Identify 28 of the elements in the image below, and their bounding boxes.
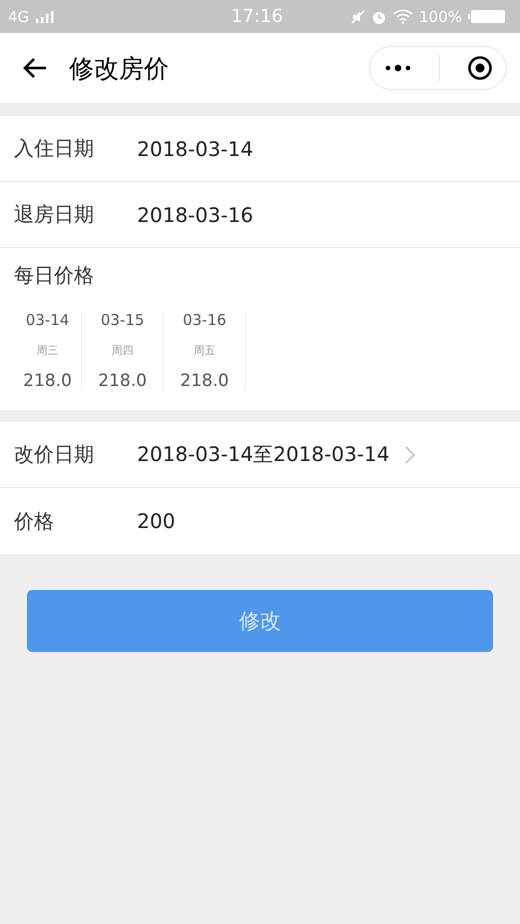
chevron-right-icon bbox=[405, 446, 416, 464]
battery-percent: 100% bbox=[419, 8, 462, 26]
field-label: 入住日期 bbox=[14, 135, 95, 162]
back-arrow-icon[interactable] bbox=[22, 57, 48, 79]
day-weekday: 周四 bbox=[112, 342, 134, 358]
date-range-picker[interactable]: 2018-03-14至2018-03-14 bbox=[137, 441, 390, 468]
wifi-icon bbox=[393, 9, 414, 24]
day-weekday: 周五 bbox=[194, 342, 216, 358]
field-label: 退房日期 bbox=[14, 201, 95, 228]
day-price: 218.0 bbox=[23, 371, 72, 391]
day-price: 218.0 bbox=[98, 371, 147, 391]
field-label: 价格 bbox=[14, 508, 55, 534]
status-time: 17:16 bbox=[231, 6, 283, 27]
more-icon[interactable] bbox=[384, 63, 412, 73]
day-price: 218.0 bbox=[180, 371, 229, 391]
page-title: 修改房价 bbox=[69, 52, 170, 84]
battery-icon bbox=[468, 9, 506, 24]
mute-icon bbox=[351, 10, 366, 24]
field-label: 改价日期 bbox=[14, 441, 95, 468]
day-date: 03-16 bbox=[182, 311, 226, 329]
network-label: 4G bbox=[8, 8, 30, 26]
field-value: 2018-03-16 bbox=[137, 202, 254, 226]
field-value: 2018-03-14 bbox=[137, 136, 254, 160]
day-weekday: 周三 bbox=[36, 342, 58, 358]
day-date: 03-14 bbox=[26, 311, 70, 329]
price-input[interactable]: 200 bbox=[137, 509, 337, 533]
section-label: 每日价格 bbox=[14, 263, 94, 287]
day-date: 03-15 bbox=[100, 311, 144, 329]
